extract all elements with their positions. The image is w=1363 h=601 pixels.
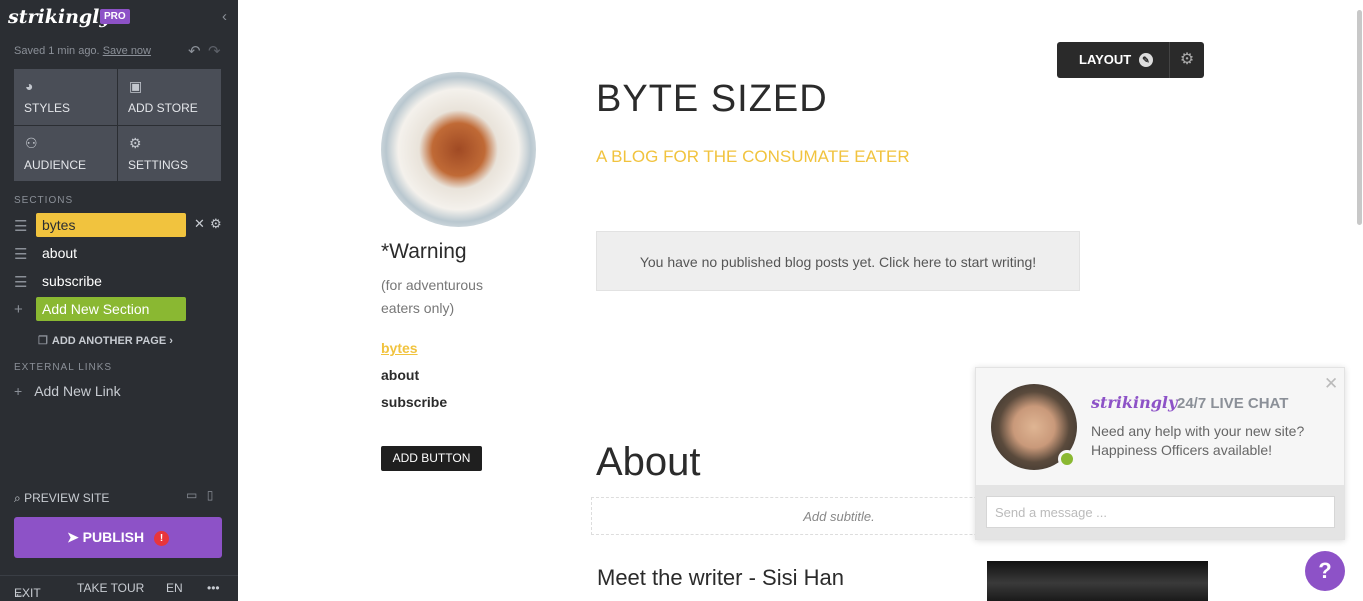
add-page-label: ADD ANOTHER PAGE <box>51 335 167 347</box>
store-icon: ▣ <box>129 78 143 94</box>
collapse-sidebar-icon[interactable]: ‹ <box>222 8 227 25</box>
editor-tiles: ◕ STYLES ▣ ADD STORE ⚇ AUDIENCE ⚙ SETTIN… <box>14 69 222 181</box>
sections-heading: SECTIONS <box>14 195 74 206</box>
section-settings-icon[interactable]: ⚙ <box>210 216 222 232</box>
drag-handle-icon[interactable]: ☰ <box>14 245 27 263</box>
take-tour-button[interactable]: TAKE TOUR <box>77 581 144 595</box>
search-icon: ⌕ <box>14 491 21 505</box>
palette-icon: ◕ <box>25 78 34 94</box>
preview-label: PREVIEW SITE <box>24 491 110 505</box>
more-options-button[interactable]: ••• <box>207 581 220 595</box>
online-status-icon <box>1058 450 1076 468</box>
exit-label: EXIT <box>14 586 41 600</box>
chat-input-bar <box>976 485 1344 539</box>
strikingly-logo: strikingly <box>8 6 111 28</box>
writer-photo[interactable] <box>987 561 1208 601</box>
add-another-page-button[interactable]: ❐ ADD ANOTHER PAGE › <box>38 334 173 347</box>
language-button[interactable]: EN <box>166 581 183 595</box>
styles-button[interactable]: ◕ STYLES <box>14 69 117 125</box>
redo-icon[interactable]: ↷ <box>208 42 221 60</box>
desktop-icon[interactable]: ▭ <box>186 488 197 502</box>
chat-line-1: Need any help with your new site? <box>1091 423 1305 439</box>
gear-icon: ⚙ <box>129 134 142 151</box>
users-icon: ⚇ <box>25 134 38 151</box>
site-title[interactable]: BYTE SIZED <box>596 78 828 121</box>
settings-label: SETTINGS <box>128 157 189 172</box>
nav-link-bytes[interactable]: bytes <box>381 340 418 356</box>
mobile-icon[interactable]: ▯ <box>207 488 214 502</box>
page-icon: ❐ <box>38 335 48 347</box>
rocket-icon: ➤ <box>67 529 79 545</box>
add-new-link-button[interactable]: + Add New Link <box>14 383 121 399</box>
pro-badge: PRO <box>100 9 130 24</box>
preview-site-button[interactable]: ⌕ PREVIEW SITE <box>14 491 109 506</box>
nav-link-about[interactable]: about <box>381 367 419 383</box>
add-store-button[interactable]: ▣ ADD STORE <box>118 69 221 125</box>
alert-icon: ! <box>153 531 169 546</box>
plus-icon: + <box>14 301 23 318</box>
add-section-row[interactable]: + Add New Section <box>14 297 234 321</box>
delete-section-icon[interactable]: ✕ <box>194 216 205 232</box>
undo-icon[interactable]: ↶ <box>188 42 201 60</box>
sidebar-footer: ← EXIT TAKE TOUR EN ••• <box>0 575 238 601</box>
nav-link-subscribe[interactable]: subscribe <box>381 394 447 410</box>
live-chat-widget: strikingly 24/7 LIVE CHAT Need any help … <box>975 367 1345 540</box>
section-item-bytes[interactable]: ☰ bytes ✕ ⚙ <box>14 213 234 237</box>
chat-message-input[interactable] <box>986 496 1335 528</box>
profile-food-image[interactable] <box>381 72 536 227</box>
add-store-label: ADD STORE <box>128 101 198 115</box>
layout-button[interactable]: LAYOUT ✎ <box>1057 42 1169 78</box>
section-settings-button[interactable]: ⚙ <box>1169 42 1204 78</box>
drag-handle-icon[interactable]: ☰ <box>14 217 27 235</box>
close-icon[interactable]: ✕ <box>1324 374 1338 394</box>
chat-message: Need any help with your new site? Happin… <box>1091 422 1304 460</box>
section-item-subscribe[interactable]: ☰ subscribe <box>14 269 234 293</box>
plus-icon: + <box>14 383 23 399</box>
chat-line-2: Happiness Officers available! <box>1091 442 1273 458</box>
site-sidebar-subtext[interactable]: (for adventurous eaters only) <box>381 274 521 320</box>
scrollbar[interactable] <box>1355 0 1363 601</box>
section-label[interactable]: subscribe <box>36 269 186 293</box>
section-item-about[interactable]: ☰ about <box>14 241 234 265</box>
editor-sidebar: strikingly PRO ‹ Saved 1 min ago. Save n… <box>0 0 238 601</box>
about-heading[interactable]: About <box>596 440 701 485</box>
site-sidebar-heading[interactable]: *Warning <box>381 240 467 264</box>
section-label[interactable]: bytes <box>36 213 186 237</box>
layout-label: LAYOUT <box>1079 52 1132 67</box>
drag-handle-icon[interactable]: ☰ <box>14 273 27 291</box>
add-link-label: Add New Link <box>34 383 121 399</box>
chevron-right-icon: › <box>169 335 173 347</box>
section-label[interactable]: about <box>36 241 186 265</box>
add-new-section-button[interactable]: Add New Section <box>36 297 186 321</box>
save-now-link[interactable]: Save now <box>103 45 151 57</box>
help-button[interactable]: ? <box>1305 551 1345 591</box>
scrollbar-thumb[interactable] <box>1357 10 1362 225</box>
empty-blog-notice[interactable]: You have no published blog posts yet. Cl… <box>596 231 1080 291</box>
saved-text: Saved 1 min ago. <box>14 45 100 57</box>
device-toggle: ▭ ▯ <box>186 488 213 502</box>
chat-live-label: 24/7 LIVE CHAT <box>1177 395 1289 412</box>
writer-heading[interactable]: Meet the writer - Sisi Han <box>597 565 844 591</box>
styles-label: STYLES <box>24 101 71 115</box>
save-status: Saved 1 min ago. Save now <box>14 45 151 57</box>
gear-icon: ⚙ <box>1179 51 1195 68</box>
external-links-heading: EXTERNAL LINKS <box>14 362 113 373</box>
settings-button[interactable]: ⚙ SETTINGS <box>118 125 221 181</box>
publish-label: PUBLISH <box>82 529 145 545</box>
audience-label: AUDIENCE <box>24 157 87 172</box>
audience-button[interactable]: ⚇ AUDIENCE <box>14 125 117 181</box>
site-subtitle[interactable]: A BLOG FOR THE CONSUMATE EATER <box>596 147 910 167</box>
publish-button[interactable]: ➤ PUBLISH ! <box>14 517 222 558</box>
chat-brand: strikingly <box>1091 393 1178 412</box>
add-button[interactable]: ADD BUTTON <box>381 446 482 471</box>
pencil-icon: ✎ <box>1138 53 1153 67</box>
